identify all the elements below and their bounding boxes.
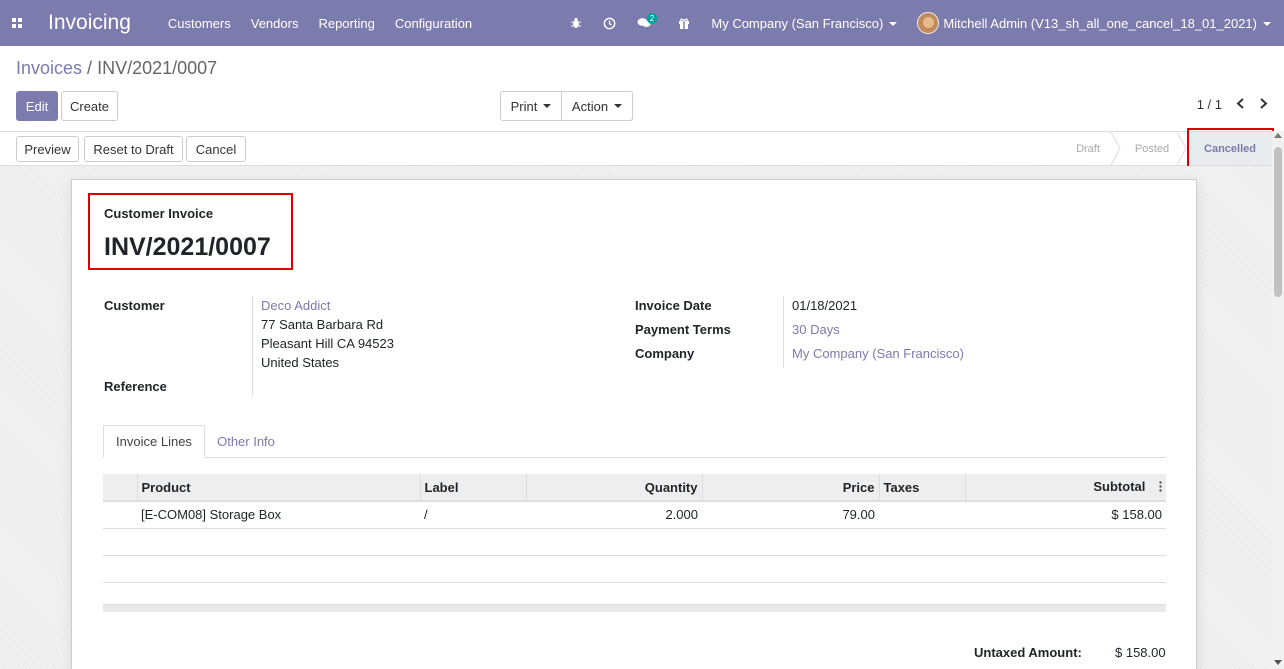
company-link[interactable]: My Company (San Francisco)	[792, 346, 964, 361]
invoice-date-value: 01/18/2021	[792, 298, 858, 313]
customer-address-line2: Pleasant Hill CA 94523	[261, 336, 394, 351]
cell-quantity: 2.000	[526, 501, 702, 529]
invoice-lines-table: Product Label Quantity Price Taxes Subto…	[103, 474, 1166, 583]
form-statusbar: Preview Reset to Draft Cancel Draft Post…	[0, 131, 1272, 166]
column-header-price[interactable]: Price	[701, 474, 879, 502]
customer-label: Customer	[104, 298, 165, 313]
next-record-icon[interactable]	[1259, 97, 1268, 112]
table-footer	[103, 604, 1166, 612]
previous-record-icon[interactable]	[1236, 97, 1245, 112]
notebook-tabs: Invoice Lines Other Info	[103, 425, 1166, 458]
app-title[interactable]: Invoicing	[48, 11, 131, 35]
table-row[interactable]: [E-COM08] Storage Box / 2.000 79.00 $ 15…	[103, 501, 1166, 529]
user-avatar[interactable]	[917, 12, 940, 34]
pager: 1 / 1	[1197, 97, 1268, 112]
print-dropdown-label: Print	[510, 98, 538, 114]
stage-posted: Posted	[1134, 142, 1170, 155]
column-header-label[interactable]: Label	[419, 474, 526, 502]
menu-reporting[interactable]: Reporting	[318, 16, 374, 31]
column-header-subtotal-label: Subtotal	[1093, 478, 1146, 494]
breadcrumb-invoices-link[interactable]: Invoices	[16, 58, 82, 78]
column-header-subtotal[interactable]: Subtotal	[964, 474, 1166, 502]
cell-label: /	[420, 501, 526, 529]
action-dropdown-label: Action	[571, 98, 609, 114]
cancel-button[interactable]: Cancel	[186, 136, 246, 162]
breadcrumb-current: INV/2021/0007	[97, 58, 218, 78]
activity-clock-icon[interactable]	[603, 16, 617, 30]
field-divider	[252, 296, 253, 396]
cell-subtotal: $ 158.00	[965, 501, 1166, 529]
column-header-quantity[interactable]: Quantity	[525, 474, 702, 502]
breadcrumb: Invoices / INV/2021/0007	[16, 58, 217, 79]
action-dropdown[interactable]: Action	[561, 91, 633, 121]
customer-address-line3: United States	[261, 355, 340, 370]
messaging-chat-icon[interactable]: 2	[637, 12, 658, 30]
reference-label: Reference	[104, 379, 167, 394]
tab-other-info[interactable]: Other Info	[205, 425, 287, 458]
invoice-type-label: Customer Invoice	[104, 206, 214, 221]
edit-button[interactable]: Edit	[16, 91, 58, 121]
gift-icon[interactable]	[677, 16, 691, 30]
company-switcher-label: My Company (San Francisco)	[711, 15, 884, 31]
empty-table-row	[103, 555, 1166, 583]
print-dropdown[interactable]: Print	[500, 91, 562, 121]
column-header-taxes[interactable]: Taxes	[878, 474, 965, 502]
user-menu[interactable]: Mitchell Admin (V13_sh_all_one_cancel_18…	[943, 16, 1271, 31]
payment-terms-link[interactable]: 30 Days	[792, 322, 840, 337]
empty-table-row	[103, 528, 1166, 556]
scrollbar-thumb[interactable]	[1274, 147, 1282, 297]
stage-draft: Draft	[1076, 142, 1100, 155]
menu-vendors[interactable]: Vendors	[251, 16, 299, 31]
table-header-row: Product Label Quantity Price Taxes Subto…	[103, 474, 1166, 502]
breadcrumb-separator: /	[82, 58, 98, 78]
untaxed-amount-value: $ 158.00	[1115, 645, 1166, 660]
chevron-down-icon	[543, 104, 552, 108]
column-header-product[interactable]: Product	[136, 474, 420, 502]
optional-columns-icon[interactable]	[1159, 480, 1162, 495]
chevron-down-icon	[614, 104, 623, 108]
menu-configuration[interactable]: Configuration	[395, 16, 472, 31]
menu-customers[interactable]: Customers	[168, 16, 231, 31]
cell-taxes	[879, 501, 965, 529]
invoice-number-title: INV/2021/0007	[104, 233, 271, 261]
debug-bug-icon[interactable]	[569, 16, 583, 30]
apps-menu-icon[interactable]	[0, 0, 34, 46]
row-handle-cell	[103, 501, 137, 529]
handle-column-header	[103, 474, 137, 502]
messages-count-badge: 2	[646, 12, 658, 24]
user-menu-label: Mitchell Admin (V13_sh_all_one_cancel_18…	[943, 15, 1257, 31]
create-button[interactable]: Create	[61, 91, 118, 121]
untaxed-amount-label: Untaxed Amount:	[974, 645, 1082, 660]
reset-to-draft-button[interactable]: Reset to Draft	[84, 136, 183, 162]
customer-link[interactable]: Deco Addict	[261, 298, 330, 313]
payment-terms-label: Payment Terms	[635, 322, 731, 337]
empty-row-cell	[103, 555, 1166, 583]
empty-row-cell	[103, 528, 1166, 556]
cell-price: 79.00	[702, 501, 879, 529]
scroll-up-arrow-icon[interactable]	[1274, 133, 1282, 138]
stage-separator	[1110, 132, 1121, 165]
preview-button[interactable]: Preview	[16, 136, 79, 162]
field-divider	[783, 296, 784, 368]
vertical-scrollbar[interactable]	[1272, 131, 1284, 669]
chevron-down-icon	[889, 22, 898, 27]
pager-value[interactable]: 1 / 1	[1197, 97, 1222, 112]
top-navbar: Invoicing Customers Vendors Reporting Co…	[0, 0, 1284, 46]
scroll-down-arrow-icon[interactable]	[1274, 660, 1282, 665]
chevron-down-icon	[1263, 22, 1271, 27]
invoice-date-label: Invoice Date	[635, 298, 712, 313]
company-label: Company	[635, 346, 695, 361]
customer-address-line1: 77 Santa Barbara Rd	[261, 317, 384, 332]
tab-invoice-lines[interactable]: Invoice Lines	[103, 425, 205, 458]
cell-product: [E-COM08] Storage Box	[137, 501, 420, 529]
company-switcher[interactable]: My Company (San Francisco)	[711, 15, 898, 31]
